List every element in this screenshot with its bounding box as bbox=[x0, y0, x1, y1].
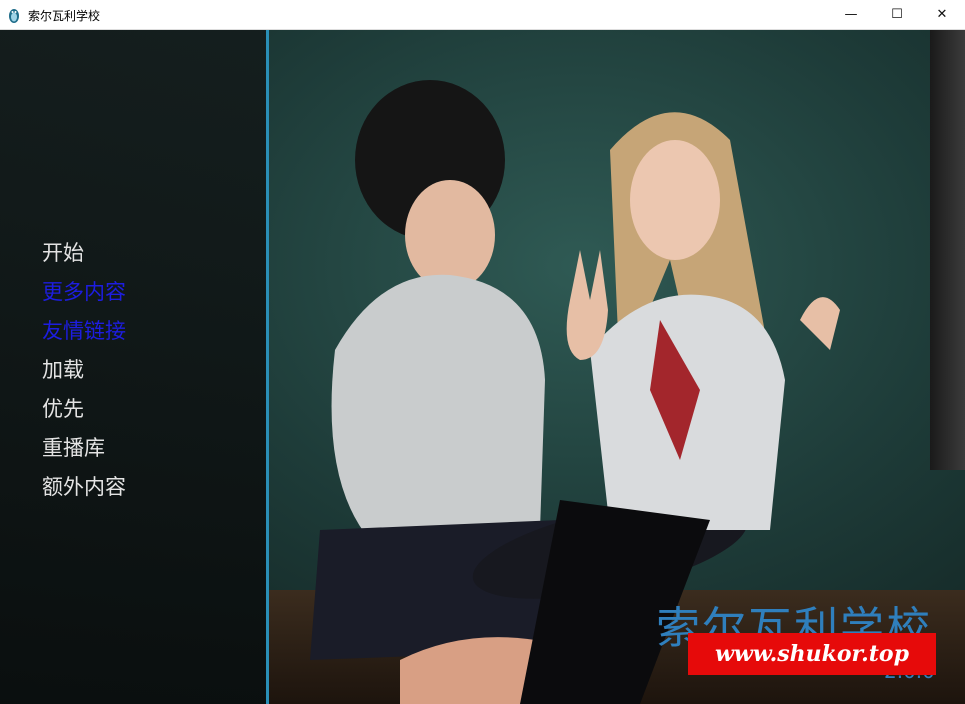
watermark-banner: www.shukor.top bbox=[688, 633, 936, 675]
menu-extras-button[interactable]: 额外内容 bbox=[42, 468, 126, 507]
game-viewport: 开始 更多内容 友情链接 加载 优先 重播库 额外内容 索尔瓦利学校 2.0.0… bbox=[0, 30, 965, 704]
main-menu: 开始 更多内容 友情链接 加载 优先 重播库 额外内容 bbox=[42, 234, 126, 507]
maximize-button[interactable]: ☐ bbox=[874, 0, 920, 29]
chalkboard-frame bbox=[930, 30, 965, 470]
menu-preferences-button[interactable]: 优先 bbox=[42, 390, 126, 429]
penguin-icon bbox=[9, 9, 19, 23]
minimize-icon: — bbox=[844, 7, 858, 22]
menu-replay-gallery-button[interactable]: 重播库 bbox=[42, 429, 126, 468]
menu-start-button[interactable]: 开始 bbox=[42, 234, 126, 273]
close-icon: ✕ bbox=[936, 7, 948, 22]
maximize-icon: ☐ bbox=[891, 7, 903, 22]
menu-load-button[interactable]: 加载 bbox=[42, 351, 126, 390]
window-titlebar: 索尔瓦利学校 — ☐ ✕ bbox=[0, 0, 965, 30]
side-panel-divider bbox=[266, 30, 269, 704]
side-menu-panel bbox=[0, 30, 266, 704]
window-title: 索尔瓦利学校 bbox=[28, 9, 101, 23]
menu-more-content-button[interactable]: 更多内容 bbox=[42, 273, 126, 312]
menu-friend-links-button[interactable]: 友情链接 bbox=[42, 312, 126, 351]
minimize-button[interactable]: — bbox=[828, 0, 874, 29]
close-button[interactable]: ✕ bbox=[919, 0, 965, 29]
